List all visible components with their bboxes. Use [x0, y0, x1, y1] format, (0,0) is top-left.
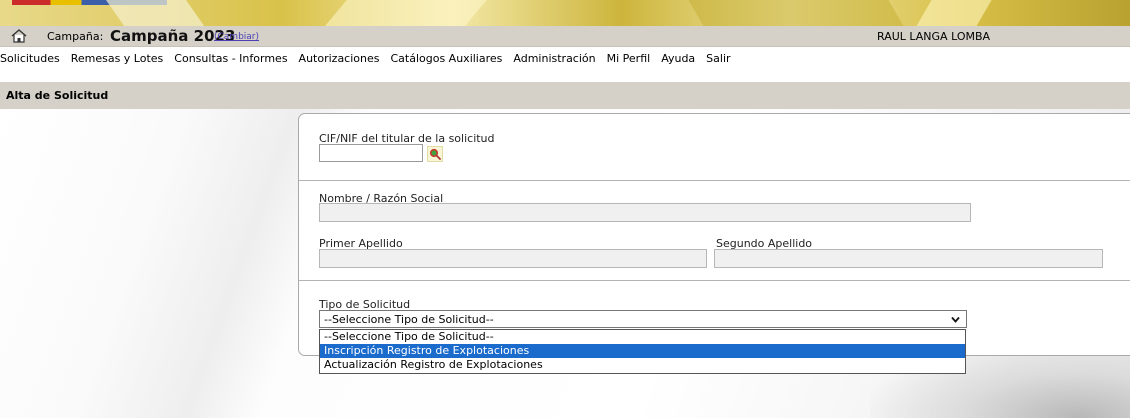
option-actualizacion[interactable]: Actualización Registro de Explotaciones	[320, 358, 965, 372]
page-title: Alta de Solicitud	[6, 89, 109, 102]
menu-item-catalogos-auxiliares[interactable]: Catálogos Auxiliares	[390, 52, 502, 70]
tipo-solicitud-select[interactable]: --Seleccione Tipo de Solicitud--	[319, 310, 967, 328]
chevron-down-icon	[951, 316, 960, 323]
campaign-label: Campaña:	[47, 30, 104, 43]
section-header: Alta de Solicitud	[0, 82, 1130, 109]
option-inscripcion[interactable]: Inscripción Registro de Explotaciones	[320, 344, 965, 358]
menu-item-salir[interactable]: Salir	[706, 52, 730, 70]
cif-input[interactable]	[319, 144, 423, 162]
menu-item-remesas-lotes[interactable]: Remesas y Lotes	[71, 52, 164, 70]
top-banner	[0, 0, 1130, 26]
search-button[interactable]	[427, 146, 443, 162]
form-divider	[299, 280, 1130, 281]
segundo-apellido-field[interactable]	[714, 249, 1103, 268]
menu-item-solicitudes[interactable]: Solicitudes	[0, 52, 60, 70]
campaign-bar: Campaña: Campaña 2023 (Cambiar) RAUL LAN…	[0, 26, 1130, 47]
option-seleccione[interactable]: --Seleccione Tipo de Solicitud--	[320, 330, 965, 344]
primer-apellido-field[interactable]	[319, 249, 707, 268]
menu-item-autorizaciones[interactable]: Autorizaciones	[299, 52, 380, 70]
home-icon[interactable]	[11, 29, 27, 43]
tipo-selected-value: --Seleccione Tipo de Solicitud--	[324, 313, 494, 326]
menu-item-consultas-informes[interactable]: Consultas - Informes	[174, 52, 287, 70]
username: RAUL LANGA LOMBA	[877, 30, 991, 43]
form-divider	[299, 180, 1130, 181]
search-icon	[429, 148, 441, 160]
tipo-solicitud-options: --Seleccione Tipo de Solicitud-- Inscrip…	[319, 329, 966, 374]
menu-item-mi-perfil[interactable]: Mi Perfil	[607, 52, 651, 70]
main-menu: Solicitudes Remesas y Lotes Consultas - …	[0, 52, 731, 70]
menu-item-ayuda[interactable]: Ayuda	[661, 52, 695, 70]
menu-item-administracion[interactable]: Administración	[513, 52, 595, 70]
nombre-field[interactable]	[319, 203, 971, 222]
change-campaign-link[interactable]: (Cambiar)	[214, 32, 259, 42]
